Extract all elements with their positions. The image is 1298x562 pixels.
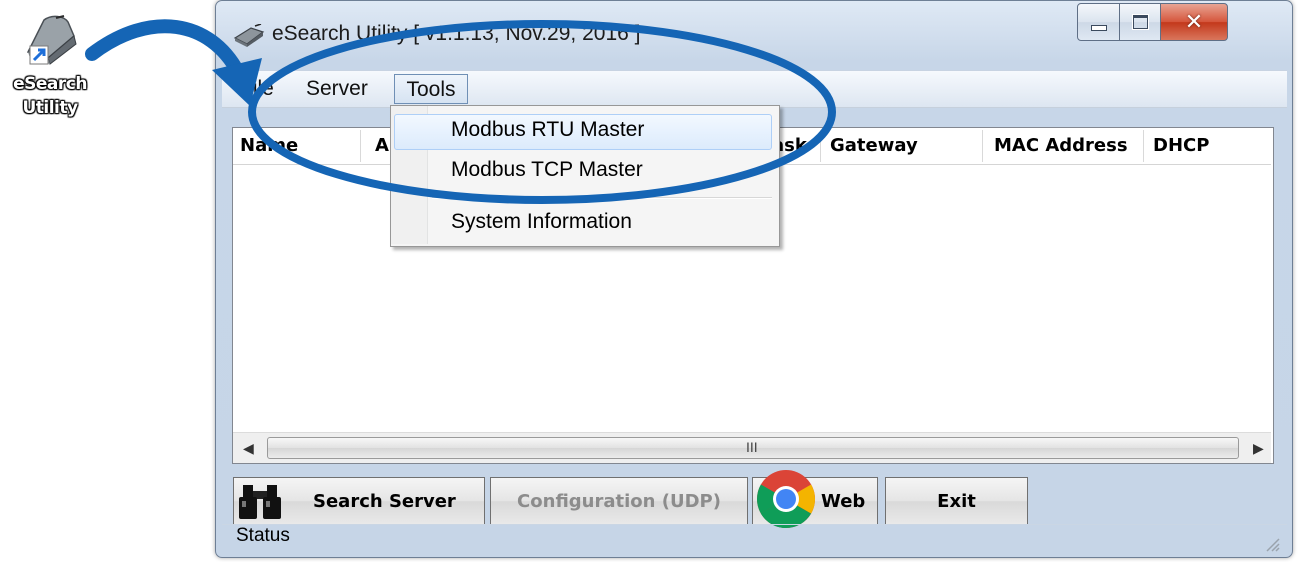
column-alias[interactable]: A — [375, 135, 389, 156]
minimize-button[interactable] — [1077, 3, 1120, 41]
shortcut-label-line1: eSearch — [13, 74, 87, 94]
esearch-shortcut-icon[interactable] — [14, 14, 80, 66]
scroll-right-icon[interactable]: ▶ — [1253, 440, 1264, 457]
menu-file[interactable]: File — [240, 74, 274, 104]
configuration-udp-label: Configuration (UDP) — [517, 490, 721, 512]
column-divider[interactable] — [982, 130, 983, 162]
web-button[interactable]: Web — [752, 470, 878, 528]
exit-button[interactable]: Exit — [885, 477, 1028, 525]
menu-tools[interactable]: Tools — [394, 74, 468, 104]
binoculars-icon — [239, 485, 281, 519]
exit-label: Exit — [937, 490, 976, 512]
column-divider[interactable] — [820, 130, 821, 162]
menu-item-modbus-rtu-master[interactable]: Modbus RTU Master — [451, 118, 644, 142]
configuration-udp-button[interactable]: Configuration (UDP) — [490, 477, 748, 525]
status-label: Status — [236, 525, 290, 546]
status-bar — [222, 524, 1287, 555]
column-name[interactable]: Name — [240, 135, 298, 156]
menu-item-modbus-tcp-master[interactable]: Modbus TCP Master — [451, 158, 643, 182]
search-server-label: Search Server — [313, 490, 456, 512]
search-server-button[interactable]: Search Server — [233, 477, 485, 525]
shortcut-label-line2: Utility — [22, 98, 78, 118]
scroll-grip: III — [746, 439, 758, 455]
maximize-icon — [1132, 15, 1148, 29]
window-title: eSearch Utility [ v1.1.13, Nov.29, 2016 … — [272, 22, 641, 45]
column-dhcp[interactable]: DHCP — [1153, 135, 1209, 156]
maximize-button[interactable] — [1119, 3, 1161, 41]
column-gateway[interactable]: Gateway — [830, 135, 918, 156]
column-divider[interactable] — [360, 130, 361, 162]
web-label: Web — [821, 490, 866, 512]
resize-grip-icon[interactable] — [1264, 536, 1280, 552]
column-mac-address[interactable]: MAC Address — [994, 135, 1128, 156]
menu-bar — [222, 70, 1287, 108]
minimize-icon — [1090, 25, 1107, 31]
close-icon: ✕ — [1184, 9, 1204, 35]
column-divider[interactable] — [1143, 130, 1144, 162]
app-icon — [233, 24, 265, 47]
chrome-icon — [757, 470, 815, 528]
menu-item-system-information[interactable]: System Information — [451, 210, 632, 234]
menu-separator — [432, 197, 772, 199]
menu-server[interactable]: Server — [306, 74, 368, 104]
close-button[interactable]: ✕ — [1160, 3, 1228, 41]
scroll-left-icon[interactable]: ◀ — [243, 440, 254, 457]
